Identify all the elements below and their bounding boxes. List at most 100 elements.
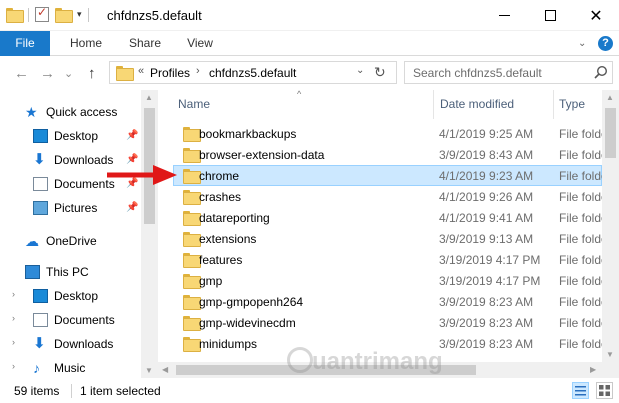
nav-item-music[interactable]: › ♪ Music bbox=[0, 357, 140, 379]
expand-ribbon-icon[interactable]: ⌄ bbox=[578, 38, 586, 49]
item-name: gmp-widevinecdm bbox=[199, 316, 296, 330]
nav-item-label: Downloads bbox=[54, 153, 114, 167]
breadcrumb-profiles[interactable]: Profiles bbox=[150, 66, 190, 80]
minimize-button[interactable] bbox=[481, 0, 527, 31]
expand-chevron-icon[interactable]: › bbox=[12, 361, 15, 371]
list-item[interactable]: browser-extension-data 3/9/2019 8:43 AM … bbox=[173, 144, 602, 165]
expand-chevron-icon[interactable]: › bbox=[12, 289, 15, 299]
item-date: 3/9/2019 8:23 AM bbox=[439, 316, 534, 330]
up-arrow-icon[interactable]: ↑ bbox=[88, 65, 96, 82]
new-folder-icon[interactable] bbox=[55, 8, 73, 23]
list-item[interactable]: datareporting 4/1/2019 9:41 AM File fold… bbox=[173, 207, 602, 228]
documents-icon bbox=[33, 313, 48, 327]
scroll-down-icon[interactable]: ▼ bbox=[145, 366, 153, 375]
column-name[interactable]: Name bbox=[178, 90, 210, 119]
folder-icon bbox=[183, 127, 201, 142]
scroll-up-icon[interactable]: ▲ bbox=[145, 93, 153, 102]
nav-item-pc-downloads[interactable]: › ⬇ Downloads bbox=[0, 333, 140, 355]
expand-chevron-icon[interactable]: › bbox=[12, 313, 15, 323]
list-item[interactable]: extensions 3/9/2019 9:13 AM File folder bbox=[173, 228, 602, 249]
address-bar[interactable]: « Profiles › chfdnzs5.default bbox=[109, 61, 397, 84]
column-type[interactable]: Type bbox=[559, 90, 585, 119]
column-divider[interactable] bbox=[433, 90, 434, 119]
list-item[interactable]: features 3/19/2019 4:17 PM File folder bbox=[173, 249, 602, 270]
scroll-right-icon[interactable]: ▶ bbox=[590, 365, 596, 374]
search-box[interactable]: Search chfdnzs5.default bbox=[404, 61, 613, 84]
sort-ascending-icon: ^ bbox=[297, 90, 302, 99]
nav-item-label: Music bbox=[54, 361, 86, 375]
column-divider[interactable] bbox=[553, 90, 554, 119]
list-vertical-scrollbar[interactable]: ▲ ▼ bbox=[602, 90, 619, 362]
toolbar-divider bbox=[28, 7, 29, 22]
nav-item-pc-desktop[interactable]: › Desktop bbox=[0, 285, 140, 307]
folder-icon bbox=[183, 337, 201, 352]
nav-item-this-pc[interactable]: This PC bbox=[0, 261, 140, 283]
cloud-icon: ☁ bbox=[25, 233, 39, 249]
folder-icon bbox=[183, 190, 201, 205]
tab-file[interactable]: File bbox=[0, 31, 50, 56]
item-type: File folder bbox=[559, 316, 602, 330]
item-date: 3/19/2019 4:17 PM bbox=[439, 274, 541, 288]
list-scroll-thumb[interactable] bbox=[605, 108, 616, 158]
list-item[interactable]: gmp 3/19/2019 4:17 PM File folder bbox=[173, 270, 602, 291]
recent-locations-icon[interactable]: ⌄ bbox=[64, 67, 73, 80]
overflow-icon[interactable]: « bbox=[138, 65, 144, 77]
nav-item-label: OneDrive bbox=[46, 234, 97, 248]
nav-scrollbar[interactable]: ▲ ▼ bbox=[141, 90, 158, 378]
scroll-down-icon[interactable]: ▼ bbox=[606, 350, 614, 359]
pin-icon[interactable]: 📌 bbox=[126, 202, 138, 213]
help-icon[interactable]: ? bbox=[598, 36, 613, 51]
item-type: File folder bbox=[559, 148, 602, 162]
scroll-left-icon[interactable]: ◀ bbox=[162, 365, 168, 374]
item-date: 4/1/2019 9:41 AM bbox=[439, 211, 534, 225]
breadcrumb-separator[interactable]: › bbox=[196, 65, 200, 77]
list-item[interactable]: crashes 4/1/2019 9:26 AM File folder bbox=[173, 186, 602, 207]
item-name: chrome bbox=[199, 169, 240, 183]
list-item-selected[interactable]: chrome 4/1/2019 9:23 AM File folder bbox=[173, 165, 602, 186]
tab-share[interactable]: Share bbox=[120, 31, 170, 56]
watermark-logo-icon bbox=[287, 347, 313, 373]
item-name: browser-extension-data bbox=[199, 148, 325, 162]
quick-access-toolbar: ▾ bbox=[6, 5, 89, 23]
close-button[interactable]: ✕ bbox=[573, 0, 619, 31]
pin-icon[interactable]: 📌 bbox=[126, 130, 138, 141]
nav-item-pictures[interactable]: Pictures 📌 bbox=[0, 197, 140, 219]
list-item[interactable]: bookmarkbackups 4/1/2019 9:25 AM File fo… bbox=[173, 123, 602, 144]
watermark-text: uantrimang bbox=[312, 348, 443, 375]
tab-home[interactable]: Home bbox=[60, 31, 112, 56]
back-arrow-icon[interactable]: ← bbox=[14, 65, 29, 82]
column-date-modified[interactable]: Date modified bbox=[440, 90, 514, 119]
list-item[interactable]: gmp-gmpopenh264 3/9/2019 8:23 AM File fo… bbox=[173, 291, 602, 312]
desktop-icon bbox=[33, 129, 48, 143]
item-type: File folder bbox=[559, 190, 602, 204]
scrollbar-corner bbox=[602, 362, 619, 378]
maximize-button[interactable] bbox=[527, 0, 573, 31]
properties-icon[interactable] bbox=[35, 5, 49, 22]
item-count: 59 items bbox=[14, 384, 60, 398]
item-type: File folder bbox=[559, 232, 602, 246]
folder-icon bbox=[183, 295, 201, 310]
breadcrumb-current[interactable]: chfdnzs5.default bbox=[209, 66, 296, 80]
details-view-button[interactable] bbox=[572, 382, 589, 399]
address-dropdown-icon[interactable]: ⌄ bbox=[356, 65, 364, 76]
folder-icon bbox=[183, 232, 201, 247]
refresh-icon[interactable]: ↻ bbox=[374, 64, 386, 81]
expand-chevron-icon[interactable]: › bbox=[12, 337, 15, 347]
nav-item-pc-documents[interactable]: › Documents bbox=[0, 309, 140, 331]
large-icons-view-button[interactable] bbox=[596, 382, 613, 399]
qat-dropdown-icon[interactable]: ▾ bbox=[77, 9, 82, 20]
selection-count: 1 item selected bbox=[80, 384, 161, 398]
navigation-pane: ★ Quick access Desktop 📌 ⬇ Downloads 📌 D… bbox=[0, 90, 158, 378]
list-item[interactable]: gmp-widevinecdm 3/9/2019 8:23 AM File fo… bbox=[173, 312, 602, 333]
nav-item-quick-access[interactable]: ★ Quick access bbox=[0, 101, 140, 123]
computer-icon bbox=[25, 265, 40, 279]
nav-item-desktop[interactable]: Desktop 📌 bbox=[0, 125, 140, 147]
scroll-up-icon[interactable]: ▲ bbox=[606, 93, 614, 102]
folder-icon bbox=[183, 148, 201, 163]
nav-item-onedrive[interactable]: ☁ OneDrive bbox=[0, 230, 140, 252]
tab-view[interactable]: View bbox=[176, 31, 224, 56]
status-bar: 59 items 1 item selected bbox=[0, 378, 619, 403]
forward-arrow-icon[interactable]: → bbox=[40, 65, 55, 82]
nav-item-label: Documents bbox=[54, 313, 115, 327]
folder-icon bbox=[6, 8, 24, 23]
